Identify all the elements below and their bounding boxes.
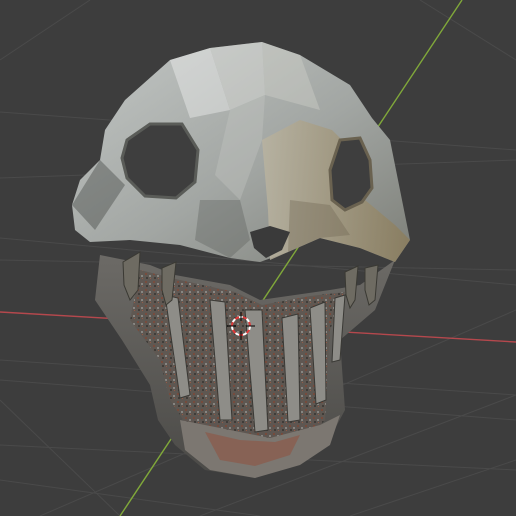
viewport-canvas[interactable] bbox=[0, 0, 516, 516]
skull-right-eye-socket bbox=[328, 136, 374, 212]
3d-viewport[interactable] bbox=[0, 0, 516, 516]
